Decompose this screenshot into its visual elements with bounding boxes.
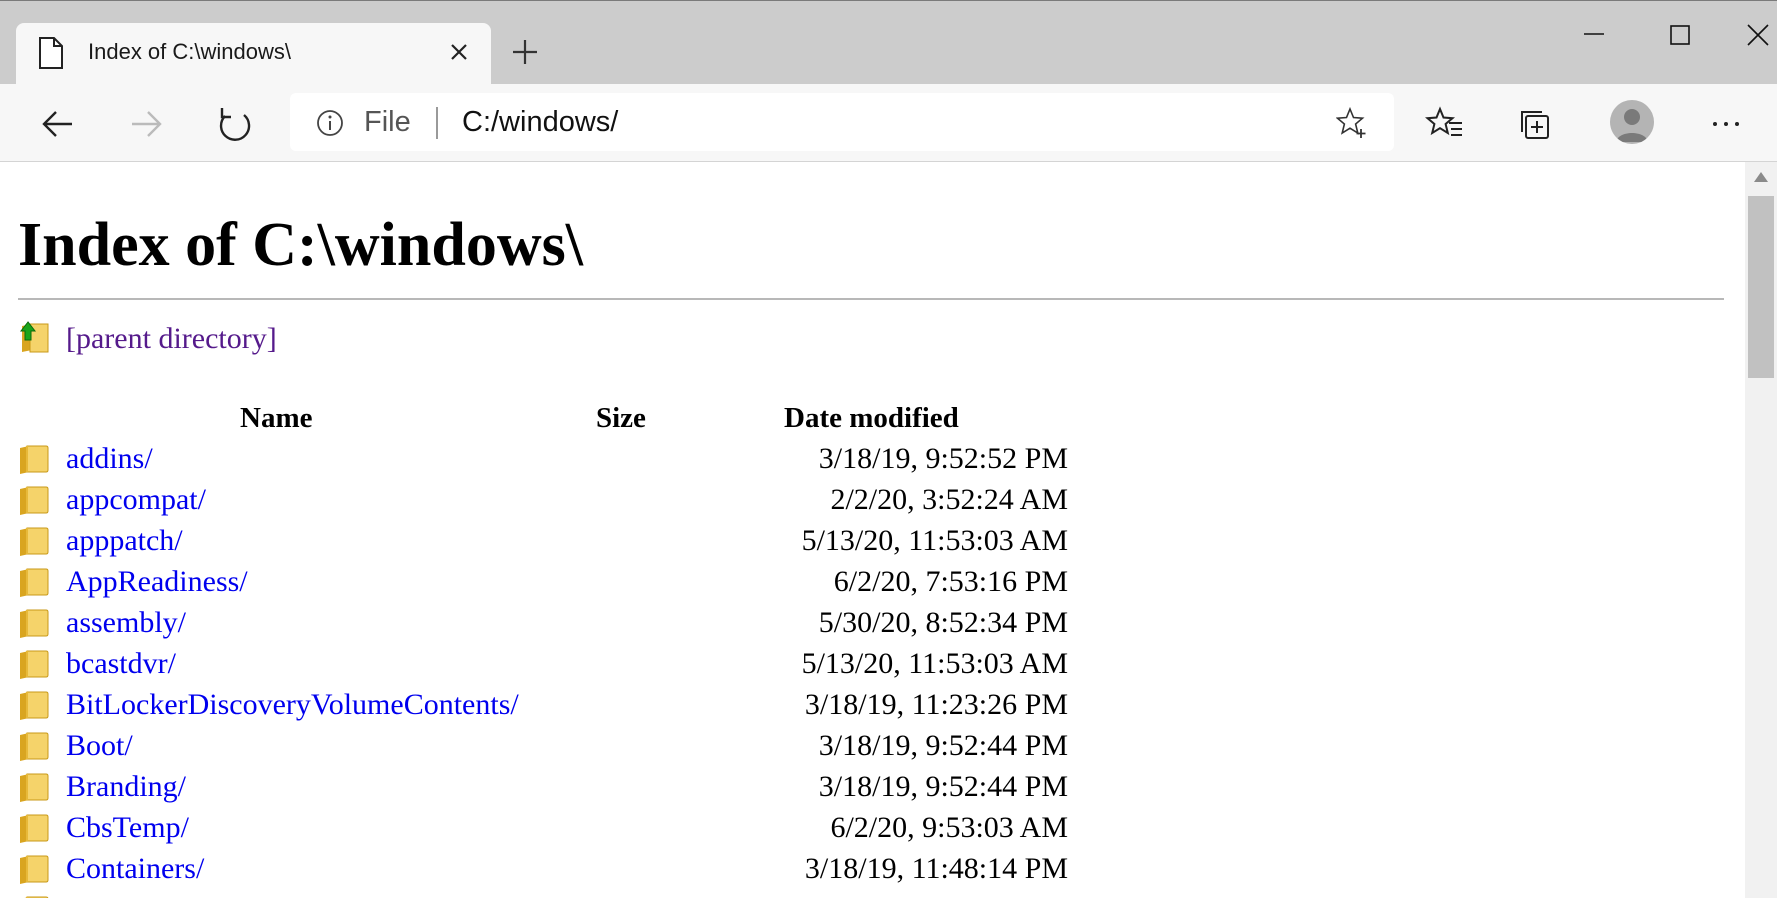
folder-icon[interactable]: [18, 485, 50, 515]
file-name-link[interactable]: CbsTemp/: [66, 811, 189, 845]
date-modified: 2/2/20, 3:52:24 AM: [830, 483, 1068, 516]
page-title: Index of C:\windows\: [18, 211, 583, 279]
column-header-size[interactable]: Size: [596, 402, 646, 435]
date-modified: 3/18/19, 9:52:52 PM: [818, 442, 1068, 475]
scrollbar-thumb[interactable]: [1748, 196, 1774, 378]
title-bar: Index of C:\windows\: [0, 0, 1777, 85]
page-viewport: Index of C:\windows\ [parent directory] …: [0, 162, 1745, 898]
table-row: addins/3/18/19, 9:52:52 PM: [0, 440, 1745, 481]
table-row: AppReadiness/6/2/20, 7:53:16 PM: [0, 563, 1745, 604]
vertical-scrollbar[interactable]: [1745, 162, 1777, 898]
tab-title: Index of C:\windows\: [88, 39, 291, 64]
file-name-link[interactable]: assembly/: [66, 606, 186, 640]
url-scheme: File: [364, 106, 411, 138]
person-icon: [1616, 109, 1648, 142]
date-modified: 3/18/19, 11:48:14 PM: [804, 852, 1068, 885]
folder-icon[interactable]: [18, 813, 50, 843]
table-row: apppatch/5/13/20, 11:53:03 AM: [0, 522, 1745, 563]
more-icon[interactable]: [1706, 104, 1746, 144]
new-tab-icon[interactable]: [510, 37, 540, 67]
table-row: Containers/3/18/19, 11:48:14 PM: [0, 850, 1745, 891]
file-name-link[interactable]: Containers/: [66, 852, 204, 886]
favorites-icon[interactable]: [1425, 104, 1465, 144]
parent-directory-icon[interactable]: [18, 320, 50, 354]
folder-icon[interactable]: [18, 526, 50, 556]
folder-icon[interactable]: [18, 567, 50, 597]
parent-directory-link[interactable]: [parent directory]: [66, 322, 277, 356]
table-row: Boot/3/18/19, 9:52:44 PM: [0, 727, 1745, 768]
folder-icon[interactable]: [18, 444, 50, 474]
date-modified: 3/18/19, 9:52:44 PM: [818, 770, 1068, 803]
file-name-link[interactable]: addins/: [66, 442, 153, 476]
file-list: addins/3/18/19, 9:52:52 PM appcompat/2/2/…: [0, 440, 1745, 898]
column-header-name[interactable]: Name: [240, 402, 312, 435]
profile-icon[interactable]: [1610, 100, 1654, 144]
file-name-link[interactable]: apppatch/: [66, 524, 183, 558]
table-row: [0, 891, 1745, 898]
file-name-link[interactable]: appcompat/: [66, 483, 206, 517]
folder-icon[interactable]: [18, 772, 50, 802]
maximize-icon[interactable]: [1650, 19, 1710, 49]
table-row: Branding/3/18/19, 9:52:44 PM: [0, 768, 1745, 809]
refresh-icon[interactable]: [214, 104, 254, 144]
address-separator: [436, 107, 438, 139]
add-favorite-icon[interactable]: [1336, 107, 1368, 139]
folder-icon[interactable]: [18, 649, 50, 679]
date-modified: 5/30/20, 8:52:34 PM: [818, 606, 1068, 639]
column-header-date[interactable]: Date modified: [784, 402, 959, 435]
close-tab-icon[interactable]: [446, 39, 472, 65]
page-icon: [39, 37, 63, 69]
folder-icon[interactable]: [18, 854, 50, 884]
collections-icon[interactable]: [1516, 104, 1556, 144]
horizontal-rule: [18, 298, 1724, 300]
table-row: bcastdvr/5/13/20, 11:53:03 AM: [0, 645, 1745, 686]
navigation-toolbar: File C:/windows/: [0, 84, 1777, 162]
date-modified: 5/13/20, 11:53:03 AM: [801, 647, 1068, 680]
folder-icon[interactable]: [18, 731, 50, 761]
date-modified: 6/2/20, 9:53:03 AM: [830, 811, 1068, 844]
forward-icon[interactable]: [126, 104, 166, 144]
file-name-link[interactable]: Branding/: [66, 770, 186, 804]
file-name-link[interactable]: Boot/: [66, 729, 133, 763]
browser-tab[interactable]: Index of C:\windows\: [16, 23, 491, 85]
file-name-link[interactable]: BitLockerDiscoveryVolumeContents/: [66, 688, 519, 722]
table-row: CbsTemp/6/2/20, 9:53:03 AM: [0, 809, 1745, 850]
close-window-icon[interactable]: [1742, 19, 1776, 49]
folder-icon[interactable]: [18, 690, 50, 720]
url-text[interactable]: C:/windows/: [462, 106, 618, 139]
folder-icon[interactable]: [18, 608, 50, 638]
date-modified: 3/18/19, 11:23:26 PM: [804, 688, 1068, 721]
scroll-up-arrow-icon[interactable]: [1753, 170, 1769, 184]
date-modified: 6/2/20, 7:53:16 PM: [833, 565, 1068, 598]
address-bar[interactable]: File C:/windows/: [290, 93, 1394, 151]
table-row: BitLockerDiscoveryVolumeContents/3/18/19…: [0, 686, 1745, 727]
table-row: appcompat/2/2/20, 3:52:24 AM: [0, 481, 1745, 522]
file-name-link[interactable]: AppReadiness/: [66, 565, 248, 599]
date-modified: 5/13/20, 11:53:03 AM: [801, 524, 1068, 557]
table-row: assembly/5/30/20, 8:52:34 PM: [0, 604, 1745, 645]
date-modified: 3/18/19, 9:52:44 PM: [818, 729, 1068, 762]
back-icon[interactable]: [38, 104, 78, 144]
minimize-icon[interactable]: [1564, 19, 1624, 49]
info-icon[interactable]: [316, 109, 344, 137]
file-name-link[interactable]: bcastdvr/: [66, 647, 176, 681]
